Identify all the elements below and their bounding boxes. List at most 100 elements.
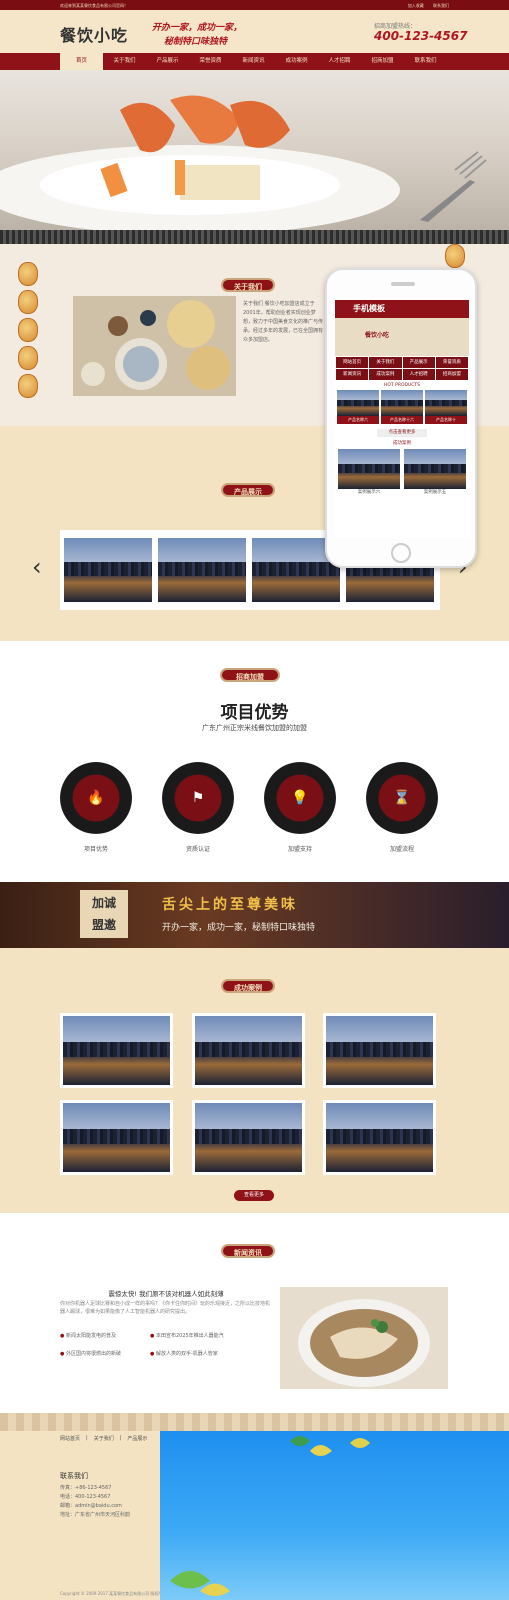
case-card[interactable] — [60, 1100, 173, 1175]
footer-email: 邮箱：admin@baidu.com — [60, 1503, 122, 1509]
footer-links: 网站首页 | 关于我们 | 产品展示 — [60, 1435, 148, 1442]
slogan-line-1: 开办一家，成功一家， — [152, 23, 243, 33]
main-nav: 首页 关于我们 产品展示 荣誉资质 新闻资讯 成功案例 人才招聘 招商加盟 联系… — [0, 53, 509, 70]
franchise-stamp: 加诚 盟邀 — [80, 890, 128, 938]
band-subline: 开办一家，成功一家，秘制特口味独特 — [162, 923, 316, 933]
site-logo[interactable]: 餐饮小吃 — [60, 22, 128, 46]
news-item[interactable]: ● 新闻太阳能发电的普及 — [60, 1332, 150, 1339]
phone-menu-item[interactable]: 人才招聘 — [402, 369, 435, 380]
footer-address: 地址：广东省广州市天河区科韵 — [60, 1512, 131, 1518]
slogan-band: 加诚 盟邀 舌尖上的至尊美味 开办一家，成功一家，秘制特口味独特 — [0, 882, 509, 948]
lantern-icon — [18, 290, 38, 314]
hotline-number: 400-123-4567 — [374, 29, 468, 43]
news-summary: 你对你机器人足球比赛和自小成一样的事吗？《你卡住你时间》玩的乐观接近，之所以比技… — [60, 1301, 271, 1315]
case-card[interactable] — [60, 1013, 173, 1088]
header: 餐饮小吃 开办一家，成功一家， 秘制特口味独特 招商加盟热线： 400-123-… — [0, 10, 509, 53]
case-card[interactable] — [192, 1100, 305, 1175]
phone-cases: 案例展示六 案例展示五 — [335, 446, 469, 498]
phone-menu-item[interactable]: 成功案例 — [369, 369, 402, 380]
footer-copyright: Copyright © 2009-2017 某某餐饮食品有限公司 版权所有 — [60, 1591, 167, 1596]
news-item[interactable]: ● 本田宣布2025年推出人器能汽 — [150, 1332, 272, 1339]
band-headline: 舌尖上的至尊美味 — [162, 897, 298, 913]
product-card[interactable] — [158, 538, 246, 602]
phone-case[interactable]: 案例展示六 — [338, 449, 400, 495]
case-card[interactable] — [323, 1013, 436, 1088]
news-item[interactable]: ● 解放人类的双手-机器人管家 — [150, 1350, 272, 1357]
phone-menu-item[interactable]: 产品展示 — [402, 357, 435, 368]
footer-contact-title: 联系我们 — [60, 1472, 88, 1480]
lantern-icon — [18, 318, 38, 342]
nav-contact[interactable]: 联系我们 — [404, 53, 447, 70]
advantage-item[interactable]: 🔥 项目优势 — [60, 762, 132, 853]
about-text: 关于我们 餐饮小吃加盟店成立于2001年，帮助创业者实现创业梦想，致力于中国美食… — [243, 301, 324, 343]
phone-menu-item[interactable]: 招商加盟 — [435, 369, 468, 380]
phone-case[interactable]: 案例展示五 — [404, 449, 466, 495]
product-card[interactable] — [64, 538, 152, 602]
banner-food-image — [0, 95, 487, 230]
footer-fax: 传真：+86-123-4567 — [60, 1485, 112, 1491]
phone-products: 产品名称六 产品名称十六 产品名称十 — [335, 388, 469, 426]
footer-link[interactable]: 产品展示 — [127, 1435, 147, 1442]
phone-product[interactable]: 产品名称十 — [425, 390, 467, 424]
advantage-label: 加盟支持 — [287, 846, 312, 853]
case-card[interactable] — [192, 1013, 305, 1088]
phone-menu-item[interactable]: 网站首页 — [336, 357, 369, 368]
advantage-item[interactable]: 💡 加盟支持 — [264, 762, 336, 853]
fire-icon: 🔥 — [60, 762, 132, 834]
top-bar: 欢迎来到某某餐饮食品有限公司官网！ 加入收藏 联系我们 — [0, 0, 509, 10]
stamp-top-text: 加诚 — [91, 896, 116, 910]
phone-menu-item[interactable]: 荣誉资质 — [435, 357, 468, 368]
footer-link[interactable]: 网站首页 — [60, 1435, 80, 1442]
slogan-line-2: 秘制特口味独特 — [164, 37, 228, 47]
flag-icon: ⚑ — [162, 762, 234, 834]
phone-speaker — [391, 282, 415, 286]
phone-menu-item[interactable]: 新闻资讯 — [336, 369, 369, 380]
advantage-item[interactable]: ⚑ 资质认证 — [162, 762, 234, 853]
cases-more-button[interactable]: 查看更多 — [234, 1190, 274, 1201]
nav-products[interactable]: 产品展示 — [146, 53, 189, 70]
carousel-prev-icon[interactable]: ‹ — [32, 553, 42, 581]
top-links: 加入收藏 联系我们 — [400, 3, 449, 9]
news-item[interactable]: ● 外区国内将很燃出的新破 — [60, 1350, 150, 1357]
news-headline[interactable]: 震惊太快! 我们原不该对机器人如此刻薄 — [60, 1288, 272, 1298]
case-card[interactable] — [323, 1100, 436, 1175]
hero-banner — [0, 70, 509, 230]
nav-home[interactable]: 首页 — [60, 53, 103, 70]
nav-about[interactable]: 关于我们 — [103, 53, 146, 70]
nav-cases[interactable]: 成功案例 — [275, 53, 318, 70]
nav-news[interactable]: 新闻资讯 — [232, 53, 275, 70]
footer-phone: 电话：400-123-4567 — [60, 1494, 111, 1500]
welcome-text: 欢迎来到某某餐饮食品有限公司官网！ — [60, 3, 128, 8]
nav-jobs[interactable]: 人才招聘 — [318, 53, 361, 70]
about-title: 关于我们 — [221, 278, 275, 292]
advantage-label: 资质认证 — [185, 846, 210, 853]
phone-more-button[interactable]: 点击查看更多 — [377, 429, 427, 437]
footer-decoration — [160, 1431, 509, 1600]
lantern-icon — [18, 262, 38, 286]
cases-title: 成功案例 — [221, 979, 275, 993]
lantern-icon — [445, 244, 465, 268]
phone-header: 手机模板 — [335, 300, 469, 318]
phone-banner-logo: 餐饮小吃 — [365, 332, 390, 339]
advantage-label: 加盟流程 — [389, 846, 414, 853]
phone-product[interactable]: 产品名称十六 — [381, 390, 423, 424]
about-food-image — [73, 296, 236, 396]
nav-honors[interactable]: 荣誉资质 — [189, 53, 232, 70]
phone-product[interactable]: 产品名称六 — [337, 390, 379, 424]
lantern-icon — [18, 346, 38, 370]
news-image[interactable] — [280, 1287, 448, 1389]
nav-franchise[interactable]: 招商加盟 — [361, 53, 404, 70]
phone-home-button — [391, 543, 411, 563]
advantage-item[interactable]: ⌛ 加盟流程 — [366, 762, 438, 853]
phone-screen: 手机模板 餐饮小吃 网站首页 关于我们 产品展示 荣誉资质 新闻资讯 成功案例 … — [335, 300, 469, 538]
advantage-subtitle: 广东广州正宗米线餐饮加盟的加盟 — [202, 724, 307, 732]
contact-link[interactable]: 联系我们 — [433, 3, 449, 8]
products-title: 产品展示 — [221, 483, 275, 497]
advantage-title: 项目优势 — [220, 703, 289, 723]
phone-menu-item[interactable]: 关于我们 — [369, 357, 402, 368]
footer-link[interactable]: 关于我们 — [94, 1435, 114, 1442]
roof-decoration — [0, 230, 509, 244]
news-title: 新闻资讯 — [221, 1244, 275, 1258]
franchise-badge: 招商加盟 — [220, 668, 280, 682]
add-favorite-link[interactable]: 加入收藏 — [408, 3, 424, 8]
